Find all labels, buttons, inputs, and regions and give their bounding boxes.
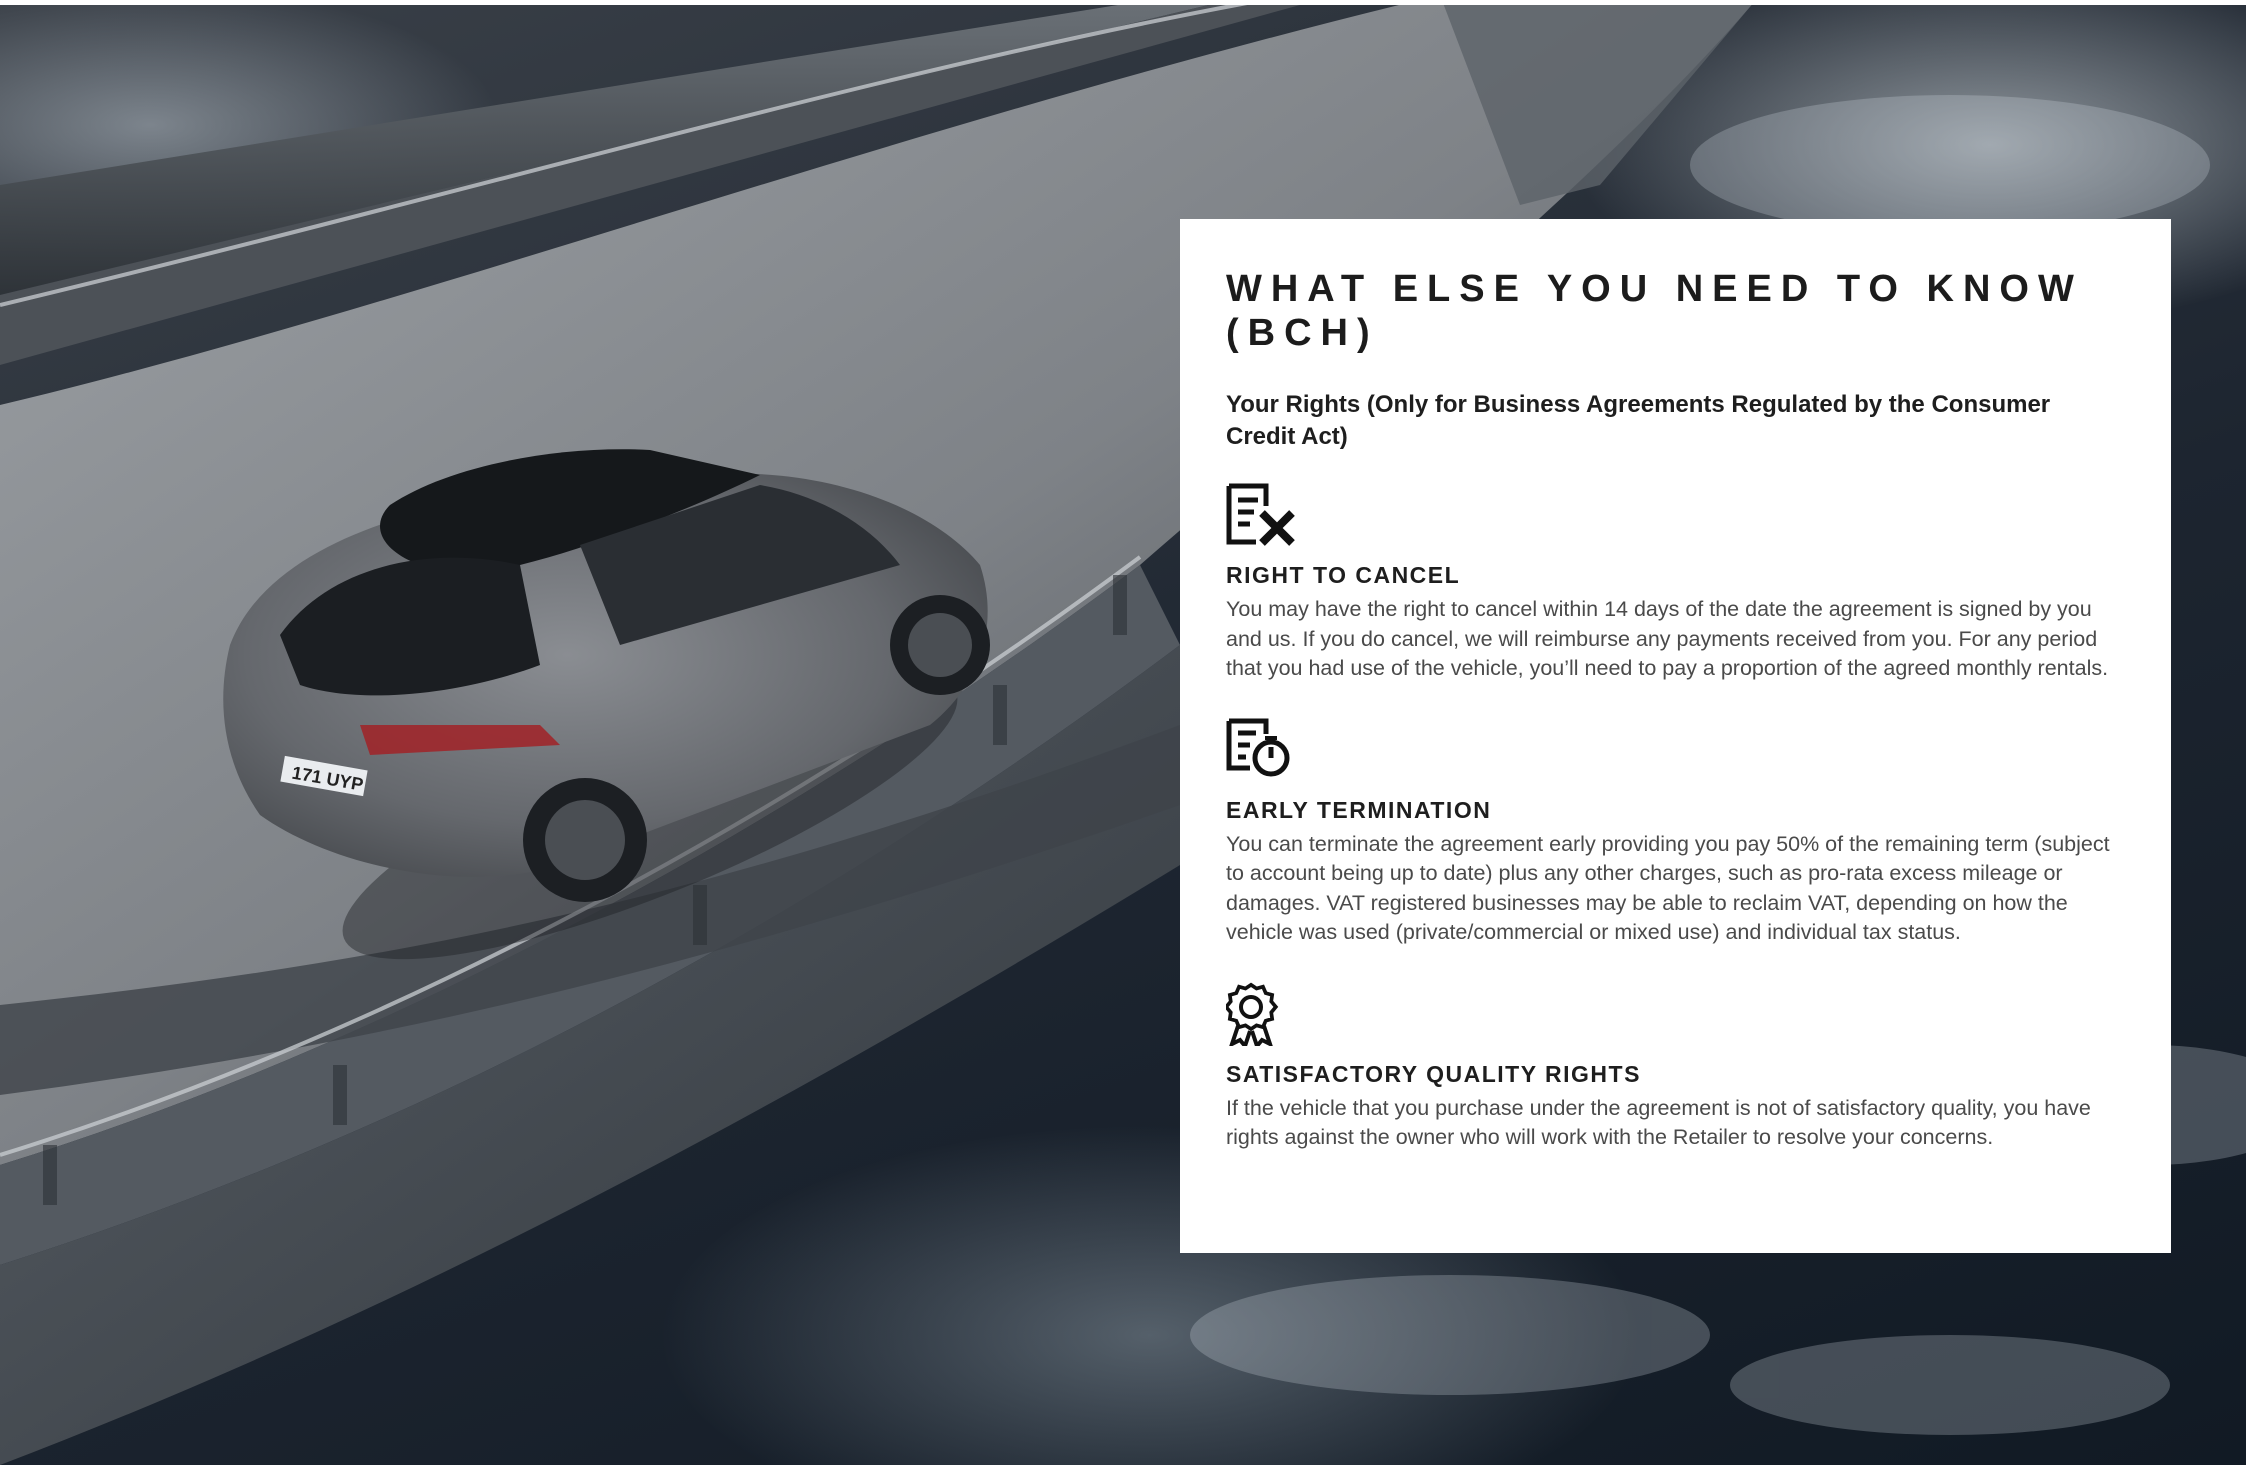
section-title: SATISFACTORY QUALITY RIGHTS <box>1226 1060 1641 1087</box>
section-body: If the vehicle that you purchase under t… <box>1226 1095 2091 1150</box>
page: 171 UYP WHAT ELSE YOU NEED TO KNOW (BCH)… <box>0 5 2246 1465</box>
section-early-termination: EARLY TERMINATION You can terminate the … <box>1226 718 2125 948</box>
section-title: RIGHT TO CANCEL <box>1226 562 1461 588</box>
section-right-to-cancel: RIGHT TO CANCEL You may have the right t… <box>1226 483 2125 684</box>
section-body: You may have the right to cancel within … <box>1226 597 2109 680</box>
document-cancel-icon <box>1226 483 1295 546</box>
section-body: You can terminate the agreement early pr… <box>1226 831 2110 945</box>
info-card: WHAT ELSE YOU NEED TO KNOW (BCH) Your Ri… <box>1180 219 2171 1253</box>
document-timer-icon <box>1226 718 1290 776</box>
section-title: EARLY TERMINATION <box>1226 796 1492 823</box>
award-ribbon-icon <box>1226 982 1279 1046</box>
rights-subtitle: Your Rights (Only for Business Agreement… <box>1226 391 2051 450</box>
section-satisfactory-quality: SATISFACTORY QUALITY RIGHTS If the vehic… <box>1226 982 2125 1153</box>
page-title: WHAT ELSE YOU NEED TO KNOW (BCH) <box>1226 268 2083 354</box>
